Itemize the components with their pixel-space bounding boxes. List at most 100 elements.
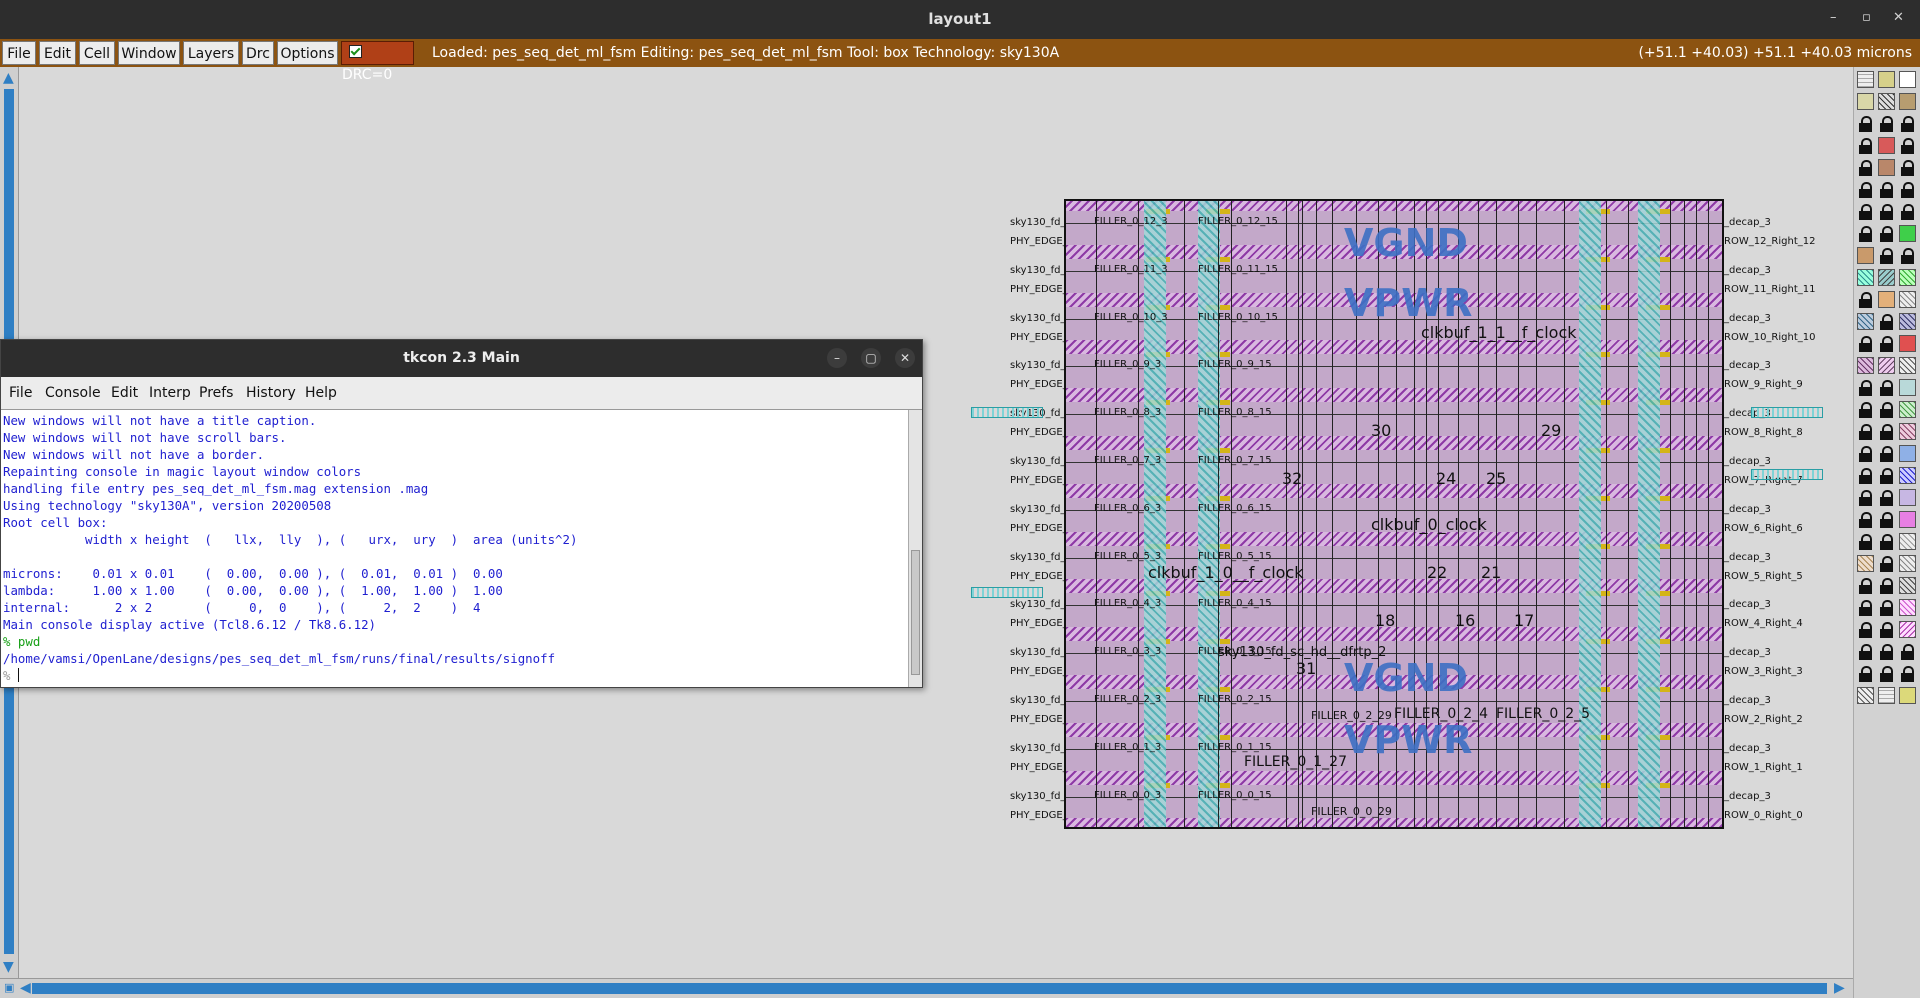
- lock-icon[interactable]: [1899, 159, 1916, 176]
- lock-icon[interactable]: [1878, 599, 1895, 616]
- lock-icon[interactable]: [1878, 181, 1895, 198]
- layer-swatch[interactable]: [1899, 687, 1916, 704]
- lock-icon[interactable]: [1857, 401, 1874, 418]
- layer-swatch[interactable]: [1878, 269, 1895, 286]
- layer-swatch[interactable]: [1899, 577, 1916, 594]
- horizontal-scrollbar[interactable]: ▣ ◀ ▶: [0, 978, 1853, 998]
- tkcon-title-bar[interactable]: tkcon 2.3 Main – ▢ ✕: [1, 340, 922, 377]
- lock-icon[interactable]: [1878, 621, 1895, 638]
- zoom-box-icon[interactable]: ▣: [4, 981, 14, 995]
- layer-swatch[interactable]: [1878, 357, 1895, 374]
- layer-swatch[interactable]: [1878, 137, 1895, 154]
- layer-swatch[interactable]: [1899, 93, 1916, 110]
- lock-icon[interactable]: [1857, 291, 1874, 308]
- tkcon-window[interactable]: tkcon 2.3 Main – ▢ ✕ File Console Edit I…: [0, 339, 923, 688]
- io-pin[interactable]: [971, 587, 1043, 598]
- lock-icon[interactable]: [1899, 115, 1916, 132]
- menu-file[interactable]: File: [2, 41, 36, 65]
- layer-swatch[interactable]: [1878, 71, 1895, 88]
- layer-swatch[interactable]: [1857, 247, 1874, 264]
- lock-icon[interactable]: [1878, 335, 1895, 352]
- lock-icon[interactable]: [1878, 203, 1895, 220]
- lock-icon[interactable]: [1857, 225, 1874, 242]
- tkcon-menu-help[interactable]: Help: [305, 385, 337, 401]
- lock-icon[interactable]: [1899, 137, 1916, 154]
- minimize-icon[interactable]: –: [1830, 10, 1837, 25]
- lock-icon[interactable]: [1878, 665, 1895, 682]
- layer-swatch[interactable]: [1857, 93, 1874, 110]
- lock-icon[interactable]: [1878, 115, 1895, 132]
- lock-icon[interactable]: [1857, 379, 1874, 396]
- cell-layout[interactable]: VGND VPWR VGND VPWR clkbuf_1_1__f_clock …: [1064, 199, 1724, 829]
- layer-swatch[interactable]: [1857, 71, 1874, 88]
- layer-swatch[interactable]: [1899, 533, 1916, 550]
- lock-icon[interactable]: [1899, 643, 1916, 660]
- layer-swatch[interactable]: [1899, 269, 1916, 286]
- layer-swatch[interactable]: [1899, 313, 1916, 330]
- lock-icon[interactable]: [1878, 643, 1895, 660]
- tkcon-menu-console[interactable]: Console: [45, 385, 101, 401]
- lock-icon[interactable]: [1857, 115, 1874, 132]
- layer-swatch[interactable]: [1899, 467, 1916, 484]
- lock-icon[interactable]: [1857, 577, 1874, 594]
- layer-swatch[interactable]: [1899, 621, 1916, 638]
- layer-swatch[interactable]: [1857, 357, 1874, 374]
- lock-icon[interactable]: [1878, 511, 1895, 528]
- lock-icon[interactable]: [1899, 203, 1916, 220]
- io-pin[interactable]: [971, 407, 1043, 418]
- lock-icon[interactable]: [1878, 423, 1895, 440]
- tkcon-scrollbar[interactable]: [908, 410, 922, 687]
- horizontal-scroll-thumb[interactable]: [32, 983, 1827, 994]
- lock-icon[interactable]: [1878, 401, 1895, 418]
- layer-swatch[interactable]: [1899, 599, 1916, 616]
- lock-icon[interactable]: [1899, 181, 1916, 198]
- scroll-left-icon[interactable]: ◀: [20, 981, 31, 995]
- lock-icon[interactable]: [1857, 599, 1874, 616]
- scroll-right-icon[interactable]: ▶: [1834, 981, 1845, 995]
- layer-swatch[interactable]: [1857, 687, 1874, 704]
- menu-cell[interactable]: Cell: [79, 41, 115, 65]
- maximize-icon[interactable]: ▢: [861, 348, 881, 368]
- scroll-up-icon[interactable]: ▲: [3, 71, 14, 85]
- console-output[interactable]: New windows will not have a title captio…: [1, 410, 908, 687]
- close-icon[interactable]: ✕: [1893, 10, 1904, 25]
- lock-icon[interactable]: [1857, 467, 1874, 484]
- layer-swatch[interactable]: [1878, 93, 1895, 110]
- lock-icon[interactable]: [1878, 577, 1895, 594]
- layer-swatch[interactable]: [1899, 71, 1916, 88]
- menu-drc[interactable]: Drc: [242, 41, 274, 65]
- input-line[interactable]: %: [3, 667, 908, 684]
- lock-icon[interactable]: [1878, 467, 1895, 484]
- lock-icon[interactable]: [1857, 511, 1874, 528]
- layer-swatch[interactable]: [1899, 357, 1916, 374]
- layer-swatch[interactable]: [1878, 687, 1895, 704]
- maximize-icon[interactable]: ▫: [1862, 10, 1871, 25]
- layer-swatch[interactable]: [1899, 225, 1916, 242]
- lock-icon[interactable]: [1857, 665, 1874, 682]
- lock-icon[interactable]: [1878, 489, 1895, 506]
- lock-icon[interactable]: [1878, 247, 1895, 264]
- layer-swatch[interactable]: [1878, 159, 1895, 176]
- close-icon[interactable]: ✕: [895, 348, 915, 368]
- lock-icon[interactable]: [1857, 137, 1874, 154]
- menu-options[interactable]: Options: [277, 41, 338, 65]
- layer-swatch[interactable]: [1857, 313, 1874, 330]
- lock-icon[interactable]: [1857, 621, 1874, 638]
- lock-icon[interactable]: [1878, 533, 1895, 550]
- tkcon-scroll-thumb[interactable]: [911, 550, 920, 675]
- layer-swatch[interactable]: [1899, 335, 1916, 352]
- layer-swatch[interactable]: [1878, 291, 1895, 308]
- scroll-down-icon[interactable]: ▼: [3, 960, 14, 974]
- layer-swatch[interactable]: [1857, 269, 1874, 286]
- drc-toggle[interactable]: DRC=0: [341, 41, 414, 83]
- layer-swatch[interactable]: [1899, 291, 1916, 308]
- menu-window[interactable]: Window: [118, 41, 180, 65]
- menu-edit[interactable]: Edit: [39, 41, 76, 65]
- layer-swatch[interactable]: [1857, 555, 1874, 572]
- lock-icon[interactable]: [1899, 665, 1916, 682]
- layer-swatch[interactable]: [1899, 445, 1916, 462]
- lock-icon[interactable]: [1878, 225, 1895, 242]
- lock-icon[interactable]: [1857, 181, 1874, 198]
- lock-icon[interactable]: [1899, 247, 1916, 264]
- layer-swatch[interactable]: [1899, 423, 1916, 440]
